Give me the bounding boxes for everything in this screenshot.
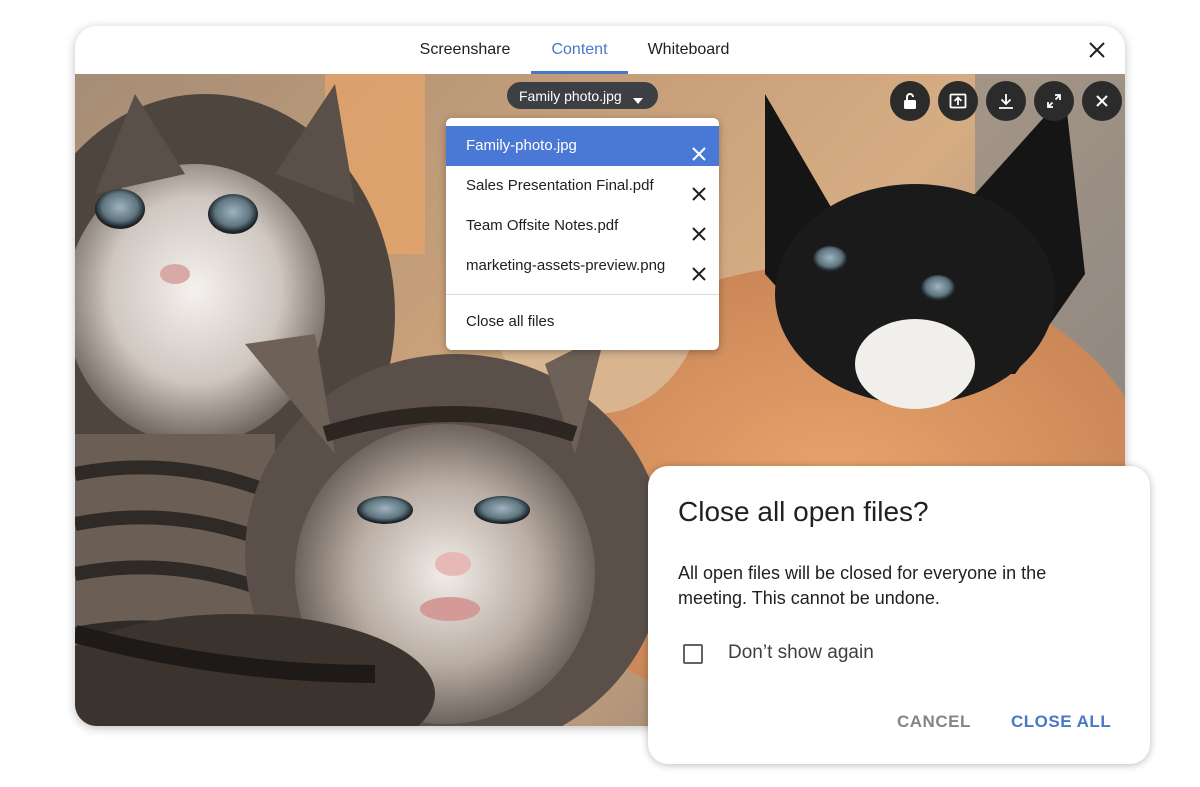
close-file-icon[interactable] — [691, 218, 707, 241]
content-tab-bar: Screenshare Content Whiteboard — [75, 26, 1125, 75]
file-menu-item-label: Family-photo.jpg — [466, 137, 577, 154]
file-menu-item-label: Team Offsite Notes.pdf — [466, 217, 619, 234]
dont-show-again-checkbox[interactable] — [683, 644, 703, 664]
dont-show-again-label[interactable]: Don’t show again — [728, 642, 874, 664]
current-file-dropdown[interactable]: Family photo.jpg — [507, 82, 658, 109]
open-files-menu: Family-photo.jpg Sales Presentation Fina… — [446, 118, 719, 350]
close-viewer-icon[interactable] — [1082, 81, 1122, 121]
tab-content[interactable]: Content — [531, 26, 628, 74]
close-file-icon[interactable] — [691, 138, 707, 161]
file-menu-item[interactable]: marketing-assets-preview.png — [446, 246, 719, 286]
tab-screenshare[interactable]: Screenshare — [405, 26, 525, 74]
close-all-dialog: Close all open files? All open files wil… — [648, 466, 1150, 764]
download-icon[interactable] — [986, 81, 1026, 121]
file-menu-item[interactable]: Family-photo.jpg — [446, 126, 719, 166]
fullscreen-icon[interactable] — [1034, 81, 1074, 121]
close-icon[interactable] — [1085, 38, 1109, 62]
present-upload-icon[interactable] — [938, 81, 978, 121]
file-menu-item-label: marketing-assets-preview.png — [466, 257, 666, 274]
file-menu-item[interactable]: Sales Presentation Final.pdf — [446, 166, 719, 206]
dialog-title: Close all open files? — [678, 496, 929, 527]
cancel-button[interactable]: CANCEL — [897, 712, 971, 732]
file-menu-item-label: Sales Presentation Final.pdf — [466, 177, 654, 194]
close-all-button[interactable]: CLOSE ALL — [1011, 712, 1111, 732]
unlock-icon[interactable] — [890, 81, 930, 121]
dialog-message: All open files will be closed for everyo… — [678, 563, 1047, 608]
close-file-icon[interactable] — [691, 258, 707, 281]
current-file-label: Family photo.jpg — [519, 87, 622, 104]
caret-down-icon — [633, 91, 643, 107]
close-file-icon[interactable] — [691, 178, 707, 201]
close-all-files-item[interactable]: Close all files — [446, 295, 719, 349]
tab-whiteboard[interactable]: Whiteboard — [635, 26, 742, 74]
file-menu-item[interactable]: Team Offsite Notes.pdf — [446, 206, 719, 246]
